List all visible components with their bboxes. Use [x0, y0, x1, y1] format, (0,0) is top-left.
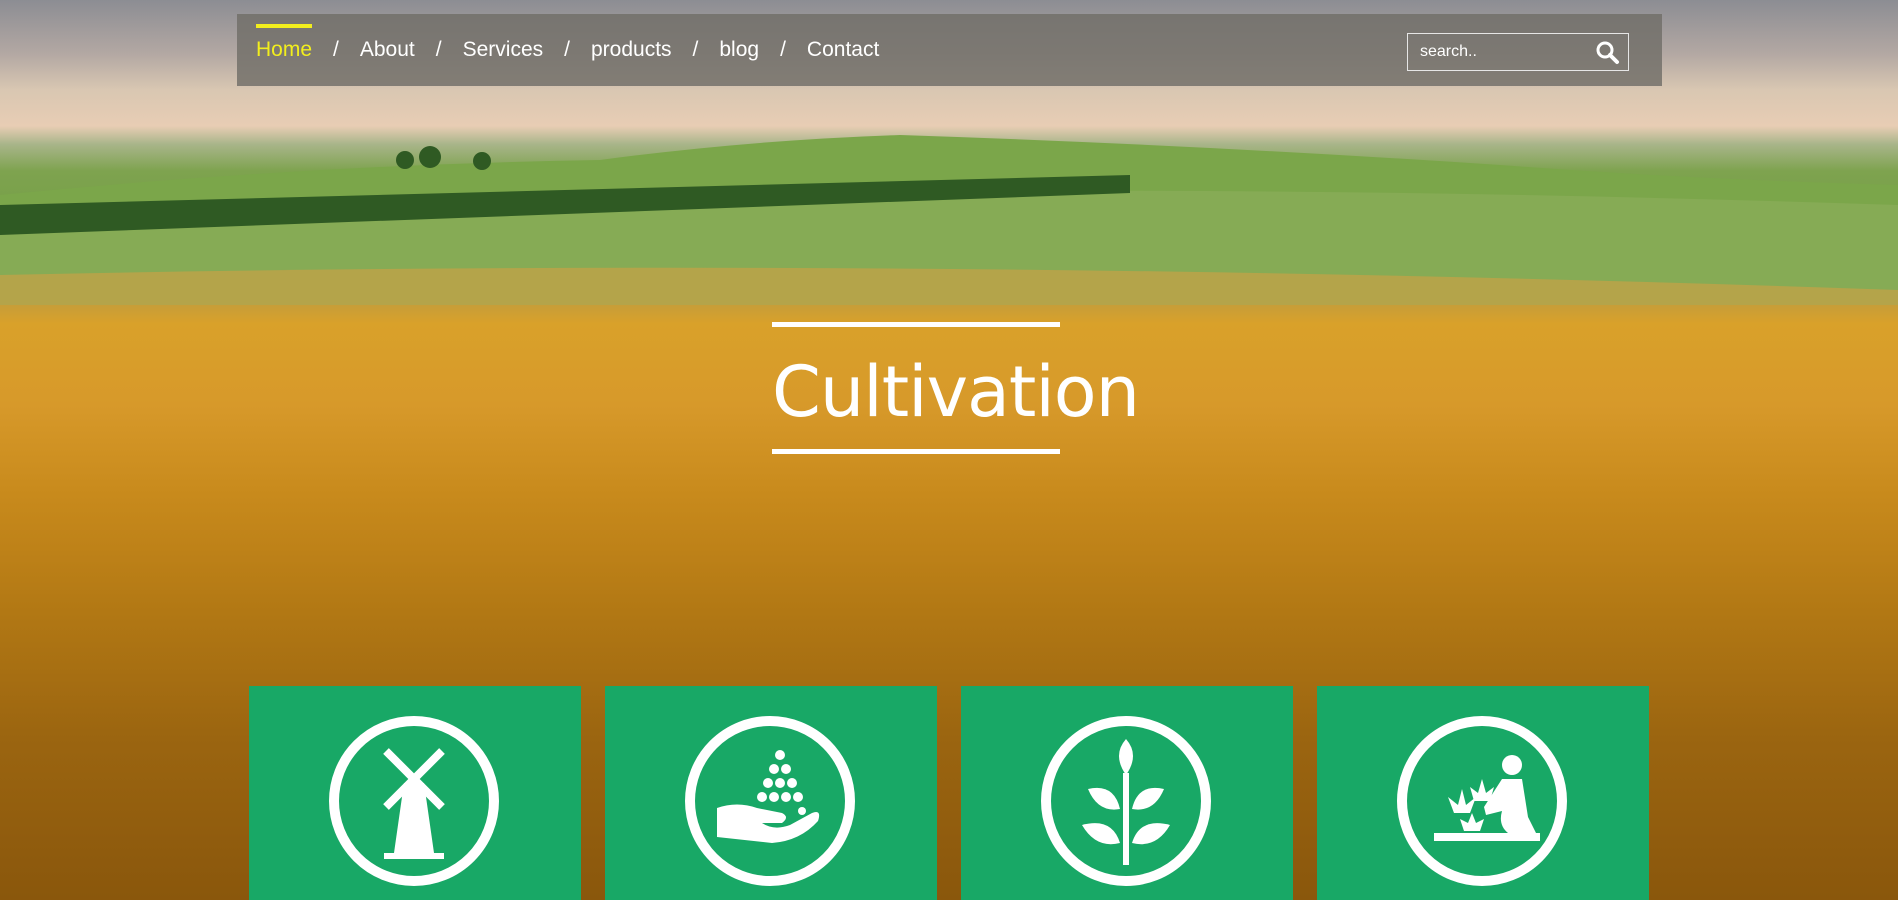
page-title: Cultivation [772, 351, 1140, 433]
search-box [1407, 33, 1629, 71]
nav-contact-link[interactable]: Contact [807, 38, 879, 62]
hero-title-block: Cultivation [772, 322, 1140, 454]
nav-separator: / [435, 38, 442, 61]
gardener-icon [1397, 716, 1567, 886]
title-bottom-rule [772, 449, 1060, 454]
nav-home-link[interactable]: Home [256, 24, 313, 62]
service-card-gardener[interactable] [1317, 686, 1649, 900]
nav-about-link[interactable]: About [360, 38, 415, 62]
service-card-seeds[interactable] [605, 686, 937, 900]
top-navigation: Home / About / Services / products / blo… [237, 14, 1662, 86]
service-card-plant[interactable] [961, 686, 1293, 900]
search-icon[interactable] [1594, 40, 1620, 66]
hand-seeds-icon [685, 716, 855, 886]
plant-icon [1041, 716, 1211, 886]
nav-blog-link[interactable]: blog [719, 38, 759, 62]
title-top-rule [772, 322, 1060, 327]
nav-separator: / [333, 38, 339, 61]
service-card-windmill[interactable] [249, 686, 581, 900]
search-input[interactable] [1408, 42, 1592, 62]
nav-separator: / [692, 38, 699, 61]
nav-products-link[interactable]: products [591, 38, 672, 62]
nav-menu: Home / About / Services / products / blo… [237, 14, 879, 86]
windmill-icon [329, 716, 499, 886]
nav-separator: / [780, 38, 786, 61]
landscape-hills [0, 135, 1898, 305]
nav-separator: / [564, 38, 570, 61]
nav-services-link[interactable]: Services [463, 38, 544, 62]
